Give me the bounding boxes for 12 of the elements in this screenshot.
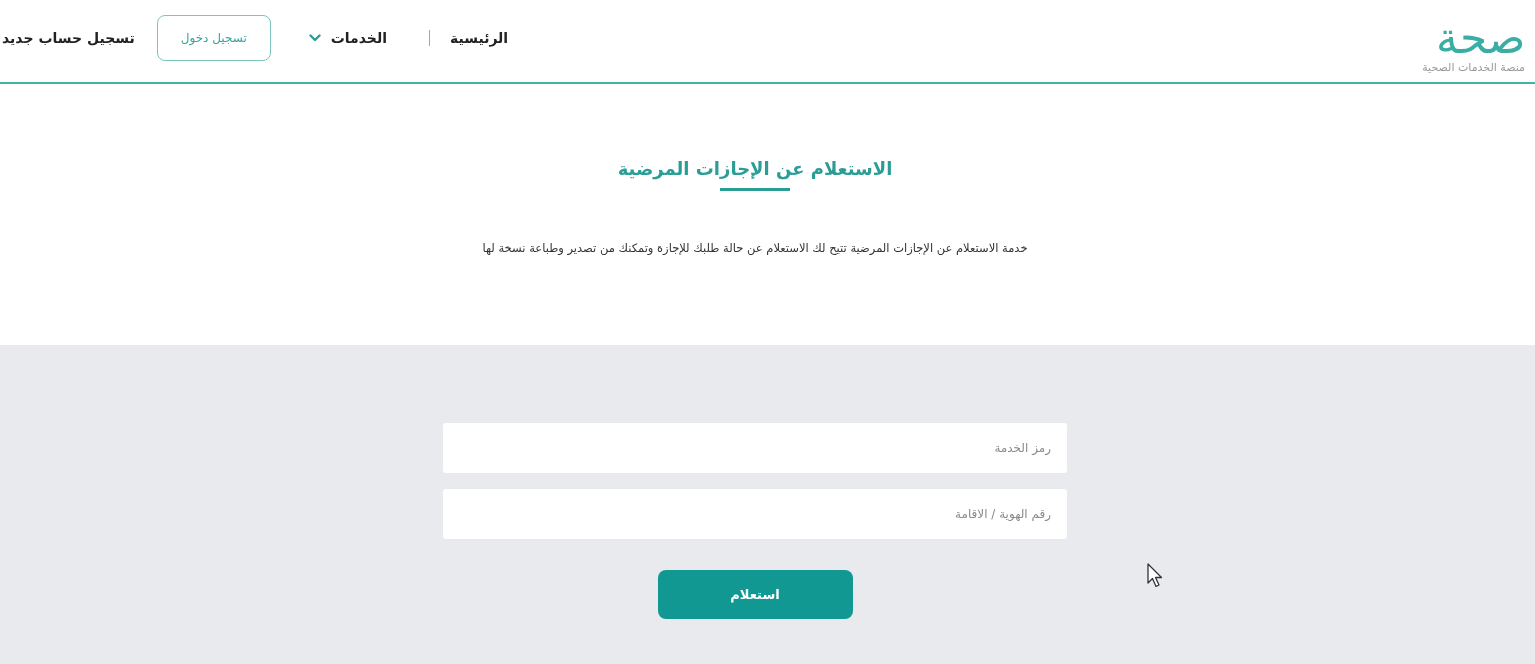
logo-tagline: منصة الخدمات الصحية xyxy=(1422,60,1525,74)
mouse-cursor-icon xyxy=(1147,563,1163,588)
nav-link[interactable]: الرئيسية xyxy=(449,30,509,46)
input-field[interactable]: رقم الهوية / الاقامة xyxy=(443,489,1067,539)
inquiry-button[interactable]: استعلام xyxy=(657,570,853,619)
register-link[interactable]: تسجيل حساب جديد xyxy=(2,30,135,46)
chevron-down-icon xyxy=(308,34,321,42)
page-title: الاستعلام عن الإجازات المرضية xyxy=(617,157,893,182)
title-underline xyxy=(720,188,790,191)
input-field[interactable]: رمز الخدمة xyxy=(443,423,1067,473)
nav-dropdown[interactable]: الخدمات xyxy=(308,30,387,46)
page-description: خدمة الاستعلام عن الإجازات المرضية تتيح لك الاستعلام عن حالة طلبك للإجازة وتمكنك من تصدير وطباعة نسخة لها xyxy=(482,241,1028,255)
